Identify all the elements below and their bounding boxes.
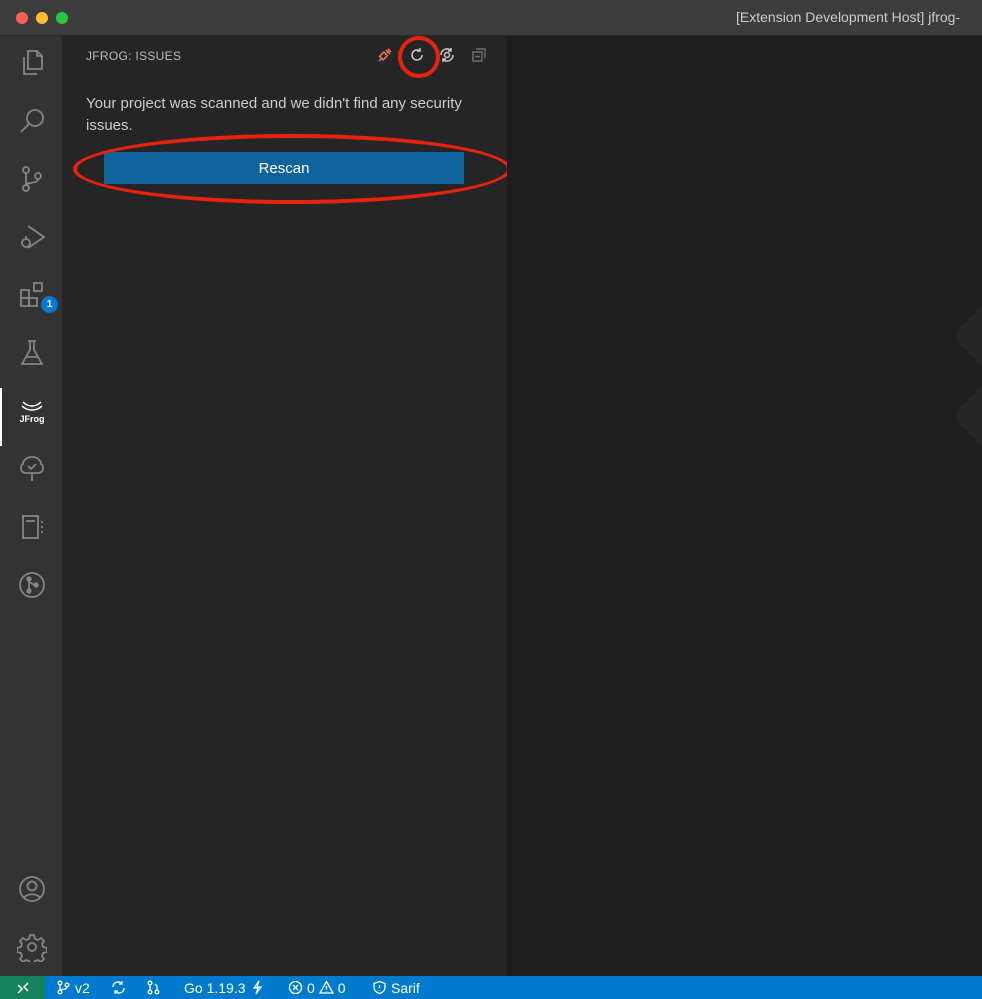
git-graph-icon[interactable]	[9, 562, 55, 608]
explorer-icon[interactable]	[9, 40, 55, 86]
remote-indicator[interactable]	[0, 976, 45, 999]
status-bar: v2 Go 1.19.3 0 0 Sarif	[0, 976, 982, 999]
panel-title: JFROG: ISSUES	[86, 49, 182, 63]
editor-watermark	[956, 306, 982, 446]
remote-icon	[16, 981, 29, 994]
jfrog-icon[interactable]: JFrog	[0, 388, 55, 446]
tree-check-icon[interactable]	[9, 446, 55, 492]
title-bar: [Extension Development Host] jfrog-	[0, 0, 982, 36]
collapse-all-icon[interactable]	[468, 44, 490, 66]
sarif-indicator[interactable]: Sarif	[372, 976, 420, 999]
maximize-window-button[interactable]	[56, 12, 68, 24]
scan-result-message: Your project was scanned and we didn't f…	[86, 95, 462, 134]
lightning-icon	[252, 980, 262, 995]
sync-icon	[112, 981, 125, 994]
problems-indicator[interactable]: 0 0	[288, 976, 346, 999]
sync-button[interactable]	[111, 976, 126, 999]
warning-icon	[318, 980, 334, 994]
branch-indicator[interactable]: v2	[56, 976, 90, 999]
warning-count: 0	[337, 979, 346, 996]
extensions-badge: 1	[41, 296, 58, 313]
run-debug-icon[interactable]	[9, 214, 55, 260]
minimize-window-button[interactable]	[36, 12, 48, 24]
close-window-button[interactable]	[16, 12, 28, 24]
branch-icon	[57, 980, 70, 995]
go-version-indicator[interactable]: Go 1.19.3	[184, 976, 265, 999]
branch-name: v2	[75, 979, 90, 996]
rescan-highlight-annotation	[73, 134, 511, 204]
source-control-icon[interactable]	[9, 156, 55, 202]
error-count: 0	[307, 979, 315, 996]
sarif-label: Sarif	[391, 979, 420, 996]
connect-icon[interactable]	[374, 44, 396, 66]
error-icon	[288, 980, 303, 995]
pull-request-icon	[147, 980, 160, 995]
pull-request-button[interactable]	[146, 976, 161, 999]
window-title: [Extension Development Host] jfrog-	[736, 9, 961, 25]
extensions-icon[interactable]: 1	[9, 272, 58, 318]
svg-text:JFrog: JFrog	[19, 414, 44, 424]
refresh-highlight-annotation	[398, 36, 440, 78]
settings-gear-icon[interactable]	[9, 924, 55, 970]
notebook-icon[interactable]	[9, 504, 55, 550]
testing-icon[interactable]	[9, 330, 55, 376]
account-icon[interactable]	[9, 866, 55, 912]
editor-area	[507, 36, 982, 976]
shield-icon	[373, 980, 386, 995]
activity-bar: 1 JFrog	[0, 36, 62, 976]
go-version-label: Go 1.19.3	[184, 979, 246, 996]
search-icon[interactable]	[9, 98, 55, 144]
